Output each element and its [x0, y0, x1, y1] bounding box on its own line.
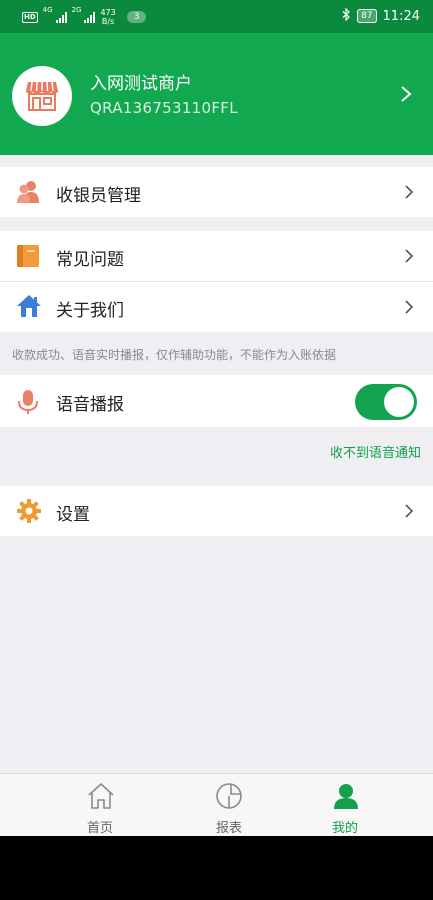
merchant-id: QRA136753110FFL — [90, 99, 238, 117]
signal-icon-2 — [84, 11, 96, 23]
network-type-1: 4G — [42, 6, 53, 14]
bottom-tab-bar: 首页 报表 我的 — [0, 773, 433, 836]
voice-broadcast-notice: 收款成功、语音实时播报，仅作辅助功能，不能作为入账依据 — [12, 348, 337, 362]
chevron-right-icon — [405, 504, 414, 518]
settings-label: 设置 — [56, 505, 90, 525]
cashier-management-label: 收银员管理 — [56, 186, 141, 206]
network-speed: 473 B/s — [100, 8, 115, 26]
store-icon — [25, 81, 59, 111]
tab-mine[interactable]: 我的 — [295, 774, 395, 836]
voice-broadcast-toggle[interactable] — [355, 384, 417, 420]
hd-indicator: HD — [22, 11, 38, 23]
network-type-2: 2G — [71, 6, 82, 14]
merchant-header[interactable]: 入网测试商户 QRA136753110FFL — [0, 33, 433, 155]
tab-home[interactable]: 首页 — [50, 774, 150, 836]
about-us-label: 关于我们 — [56, 301, 124, 321]
tab-report[interactable]: 报表 — [179, 774, 279, 836]
user-icon — [334, 784, 358, 809]
voice-help-link[interactable]: 收不到语音通知 — [330, 442, 421, 461]
status-bar: HD 4G 2G 473 B/s 3 87 11:24 — [0, 0, 433, 33]
faq-label: 常见问题 — [56, 250, 124, 270]
chevron-right-icon — [405, 300, 414, 314]
merchant-avatar — [12, 66, 72, 126]
menu-item-about-us[interactable]: 关于我们 — [0, 282, 433, 332]
signal-icon — [55, 11, 67, 23]
merchant-name: 入网测试商户 — [90, 74, 192, 94]
network-speed-unit: B/s — [101, 17, 115, 26]
tab-home-label: 首页 — [86, 821, 113, 836]
chevron-right-icon — [405, 185, 414, 199]
tab-mine-label: 我的 — [331, 821, 358, 836]
chevron-right-icon — [405, 249, 414, 263]
gear-icon — [17, 499, 41, 523]
menu-item-faq[interactable]: 常见问题 — [0, 231, 433, 281]
home-icon — [88, 783, 114, 809]
bluetooth-icon — [342, 7, 351, 24]
menu-item-settings[interactable]: 设置 — [0, 486, 433, 536]
book-icon — [17, 245, 39, 267]
voice-broadcast-row: 语音播报 — [0, 375, 433, 427]
pie-chart-icon — [216, 783, 242, 809]
clock: 11:24 — [382, 8, 420, 24]
voice-broadcast-label: 语音播报 — [56, 395, 124, 415]
notification-count-badge: 3 — [126, 11, 147, 23]
network-speed-value: 473 — [100, 8, 116, 17]
tab-report-label: 报表 — [215, 821, 242, 836]
menu-item-cashier-management[interactable]: 收银员管理 — [0, 167, 433, 217]
cashier-users-icon — [17, 181, 39, 203]
app-screen: HD 4G 2G 473 B/s 3 87 11:24 入网测试商户 QRA13… — [0, 0, 433, 836]
microphone-icon — [18, 390, 38, 414]
chevron-right-icon — [401, 86, 412, 102]
house-icon — [17, 295, 41, 317]
battery-indicator: 87 — [357, 9, 377, 23]
